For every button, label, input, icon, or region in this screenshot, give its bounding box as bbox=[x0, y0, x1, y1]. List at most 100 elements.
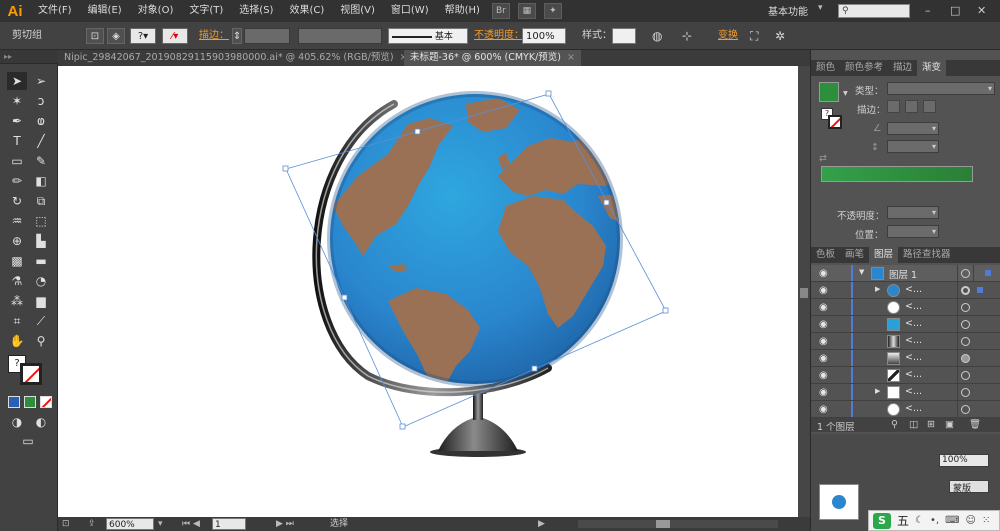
vertical-scrollbar[interactable] bbox=[798, 66, 810, 517]
chevron-down-icon[interactable]: ▾ bbox=[843, 88, 848, 99]
magic-wand-tool-icon[interactable]: ✶ bbox=[7, 92, 27, 110]
blend-tool-icon[interactable]: ◔ bbox=[31, 272, 51, 290]
bounding-box-handle[interactable] bbox=[341, 294, 348, 301]
sublayer-name[interactable]: <... bbox=[905, 369, 922, 380]
target-icon[interactable] bbox=[961, 269, 970, 278]
new-sublayer-icon[interactable]: ⊞ bbox=[927, 419, 935, 430]
status-icon[interactable]: ⊡ bbox=[62, 518, 70, 530]
menu-view[interactable]: 视图(V) bbox=[332, 0, 383, 22]
stroke-gradient-button-3[interactable] bbox=[923, 100, 936, 113]
paintbrush-tool-icon[interactable]: ✎ bbox=[31, 152, 51, 170]
tab-color[interactable]: 颜色 bbox=[811, 60, 840, 76]
clipping-mask-icon[interactable]: ◫ bbox=[909, 419, 918, 430]
hand-tool-icon[interactable]: ✋ bbox=[7, 332, 27, 350]
draw-inside-icon[interactable]: ◐ bbox=[31, 413, 51, 431]
target-icon[interactable] bbox=[961, 371, 970, 380]
shape-builder-tool-icon[interactable]: ⊕ bbox=[7, 232, 27, 250]
artboard-nav-prev-icon[interactable]: ⏮ ◀ bbox=[182, 518, 200, 530]
sublayer-row[interactable]: ◉ <... bbox=[811, 333, 1000, 350]
sublayer-name[interactable]: <... bbox=[905, 301, 922, 312]
fill-swatch[interactable]: ?▾ bbox=[130, 28, 156, 44]
artboard[interactable] bbox=[58, 66, 798, 517]
scale-tool-icon[interactable]: ⧉ bbox=[31, 192, 51, 210]
new-layer-icon[interactable]: ▣ bbox=[945, 419, 954, 430]
stroke-swatch[interactable]: ⁄▾ bbox=[162, 28, 188, 44]
eraser-tool-icon[interactable]: ◧ bbox=[31, 172, 51, 190]
color-mode-button[interactable] bbox=[8, 396, 20, 408]
bounding-box-handle[interactable] bbox=[414, 128, 421, 135]
sublayer-name[interactable]: <... bbox=[905, 284, 922, 295]
arrange-documents-icon[interactable]: ▦ bbox=[517, 3, 536, 19]
variable-width-field[interactable] bbox=[298, 28, 382, 44]
stand-stem[interactable] bbox=[473, 392, 483, 420]
brush-definition-field[interactable]: 基本 bbox=[388, 28, 468, 44]
ime-logo[interactable]: S bbox=[873, 512, 891, 529]
eye-icon[interactable]: ◉ bbox=[819, 268, 828, 279]
horizontal-scrollbar[interactable] bbox=[578, 520, 778, 528]
sublayer-row[interactable]: ◉ <... bbox=[811, 367, 1000, 384]
expand-arrow-icon[interactable]: ▼ bbox=[859, 268, 864, 276]
isolate-icon[interactable]: ⊡ bbox=[86, 28, 104, 44]
selection-indicator[interactable] bbox=[985, 270, 991, 276]
graphic-style-swatch[interactable] bbox=[612, 28, 636, 44]
line-tool-icon[interactable]: ╱ bbox=[31, 132, 51, 150]
zoom-level-field[interactable]: 600% bbox=[106, 518, 154, 530]
fill-stroke-widget[interactable]: ? bbox=[8, 355, 50, 391]
panel-menu-icon[interactable]: ✲ bbox=[775, 28, 785, 44]
menu-help[interactable]: 帮助(H) bbox=[437, 0, 488, 22]
gpu-icon[interactable]: ✦ bbox=[543, 3, 562, 19]
stroke-weight-field[interactable] bbox=[244, 28, 290, 44]
close-button[interactable]: ✕ bbox=[977, 4, 986, 17]
chevron-down-icon[interactable]: ▾ bbox=[818, 3, 823, 13]
fill-stroke-mini[interactable]: ? bbox=[821, 108, 843, 130]
tab-swatches[interactable]: 色板 bbox=[811, 247, 840, 263]
sublayer-row[interactable]: ◉ <... bbox=[811, 299, 1000, 316]
stroke-stepper[interactable]: ⇕ bbox=[232, 28, 242, 44]
status-arrow-icon[interactable]: ▶ bbox=[538, 518, 545, 530]
selection-tool-icon[interactable]: ➤ bbox=[7, 72, 27, 90]
opacity-input[interactable]: 100% bbox=[522, 28, 566, 44]
sublayer-name[interactable]: <... bbox=[905, 352, 922, 363]
eye-icon[interactable]: ◉ bbox=[819, 370, 828, 381]
gradient-swatch[interactable] bbox=[819, 82, 839, 102]
sublayer-name[interactable]: <... bbox=[905, 335, 922, 346]
free-transform-tool-icon[interactable]: ⬚ bbox=[31, 212, 51, 230]
tab-pathfinder[interactable]: 路径查找器 bbox=[898, 247, 956, 263]
tab-gradient[interactable]: 渐变 bbox=[917, 60, 947, 76]
canvas-area[interactable] bbox=[58, 66, 798, 517]
close-icon[interactable]: × bbox=[567, 52, 575, 63]
tab-untitled-36[interactable]: 未标题-36* @ 600% (CMYK/预览) × bbox=[404, 50, 581, 66]
lasso-tool-icon[interactable]: ↄ bbox=[31, 92, 51, 110]
eye-icon[interactable]: ◉ bbox=[819, 336, 828, 347]
layer-row-top[interactable]: ◉ ▼ 图层 1 bbox=[811, 265, 1000, 282]
maximize-button[interactable]: □ bbox=[950, 4, 960, 17]
pencil-tool-icon[interactable]: ✏ bbox=[7, 172, 27, 190]
gradient-tool-icon[interactable]: ▬ bbox=[31, 252, 51, 270]
reverse-gradient-icon[interactable]: ⇄ bbox=[819, 153, 827, 164]
pen-tool-icon[interactable]: ✒ bbox=[7, 112, 27, 130]
bounding-box-handle[interactable] bbox=[282, 165, 289, 172]
menu-type[interactable]: 文字(T) bbox=[181, 0, 231, 22]
curvature-tool-icon[interactable]: ⱷ bbox=[31, 112, 51, 130]
column-graph-tool-icon[interactable]: ▆ bbox=[31, 292, 51, 310]
eye-icon[interactable]: ◉ bbox=[819, 285, 828, 296]
eye-icon[interactable]: ◉ bbox=[819, 353, 828, 364]
slice-tool-icon[interactable]: ⟋ bbox=[31, 312, 51, 330]
globe-illustration[interactable] bbox=[58, 66, 798, 517]
expand-arrow-icon[interactable]: ▶ bbox=[875, 387, 880, 395]
delete-layer-icon[interactable]: 🗑 bbox=[969, 419, 981, 430]
expand-arrow-icon[interactable]: ▶ bbox=[875, 285, 880, 293]
stroke-label-link[interactable]: 描边： bbox=[199, 28, 229, 44]
draw-mode-icon[interactable]: ◑ bbox=[7, 413, 27, 431]
eye-icon[interactable]: ◉ bbox=[819, 302, 828, 313]
tab-color-guide[interactable]: 颜色参考 bbox=[840, 60, 888, 76]
bridge-icon[interactable]: Br bbox=[491, 3, 510, 19]
zoom-tool-icon[interactable]: ⚲ bbox=[31, 332, 51, 350]
menu-file[interactable]: 文件(F) bbox=[30, 0, 80, 22]
mini-stroke-box[interactable] bbox=[828, 115, 842, 129]
eye-icon[interactable]: ◉ bbox=[819, 319, 828, 330]
target-icon[interactable] bbox=[961, 303, 970, 312]
mask-thumbnail[interactable] bbox=[819, 484, 859, 520]
layer-name[interactable]: 图层 1 bbox=[889, 267, 917, 281]
screen-mode-icon[interactable]: ▭ bbox=[18, 432, 38, 450]
